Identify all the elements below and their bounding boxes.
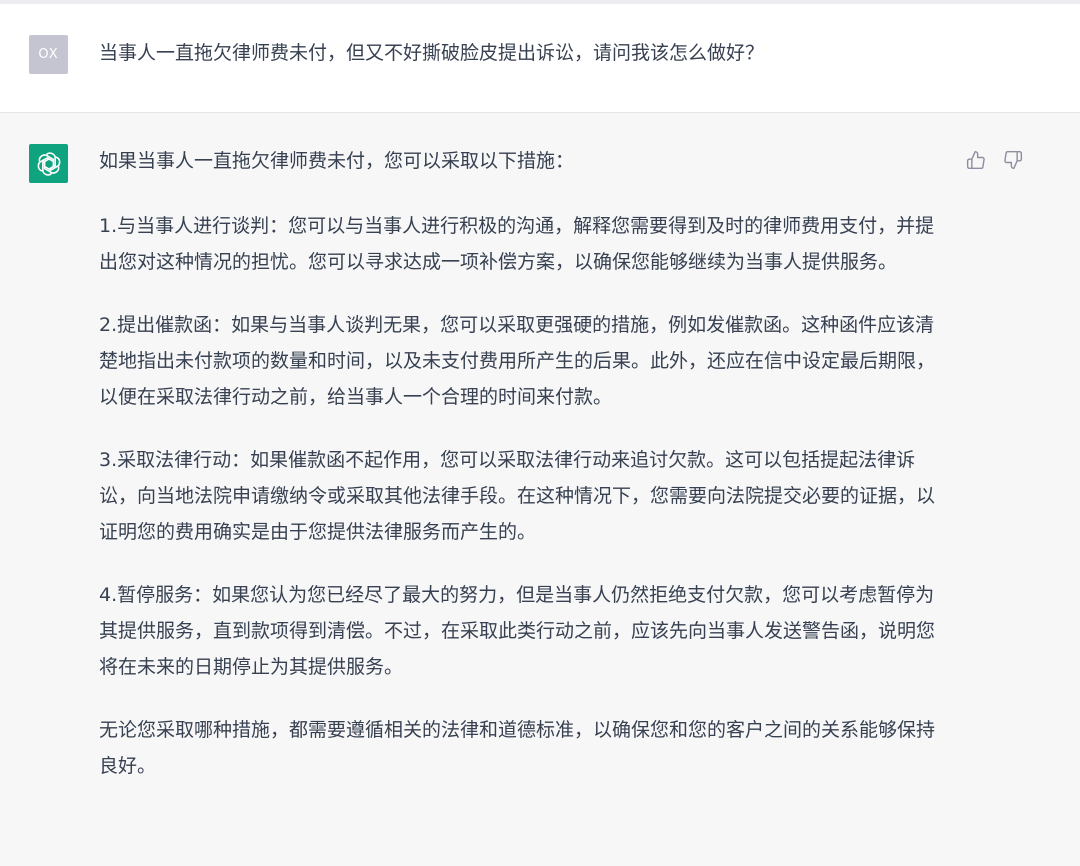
answer-intro: 如果当事人一直拖欠律师费未付，您可以采取以下措施： — [99, 150, 575, 172]
openai-logo-icon — [29, 144, 68, 183]
thumbs-down-icon[interactable] — [1002, 149, 1024, 171]
answer-point-4: 4.暂停服务：如果您认为您已经尽了最大的努力，但是当事人仍然拒绝支付欠款，您可以… — [99, 584, 936, 678]
assistant-message-row: 如果当事人一直拖欠律师费未付，您可以采取以下措施： 1.与当事人进行谈判：您可以… — [0, 113, 1080, 866]
user-avatar: OX — [29, 35, 68, 74]
answer-point-3: 3.采取法律行动：如果催款函不起作用，您可以采取法律行动来追讨欠款。这可以包括提… — [99, 449, 936, 543]
thumbs-up-icon[interactable] — [965, 149, 987, 171]
answer-point-1: 1.与当事人进行谈判：您可以与当事人进行积极的沟通，解释您需要得到及时的律师费用… — [99, 215, 935, 273]
answer-conclusion: 无论您采取哪种措施，都需要遵循相关的法律和道德标准，以确保您和您的客户之间的关系… — [99, 719, 936, 777]
user-message-row: OX 当事人一直拖欠律师费未付，但又不好撕破脸皮提出诉讼，请问我该怎么做好？ — [0, 4, 1080, 113]
user-message-text: 当事人一直拖欠律师费未付，但又不好撕破脸皮提出诉讼，请问我该怎么做好？ — [99, 42, 765, 64]
assistant-message-text: 如果当事人一直拖欠律师费未付，您可以采取以下措施： 1.与当事人进行谈判：您可以… — [99, 143, 944, 811]
answer-point-2: 2.提出催款函：如果与当事人谈判无果，您可以采取更强硬的措施，例如发催款函。这种… — [99, 314, 936, 408]
